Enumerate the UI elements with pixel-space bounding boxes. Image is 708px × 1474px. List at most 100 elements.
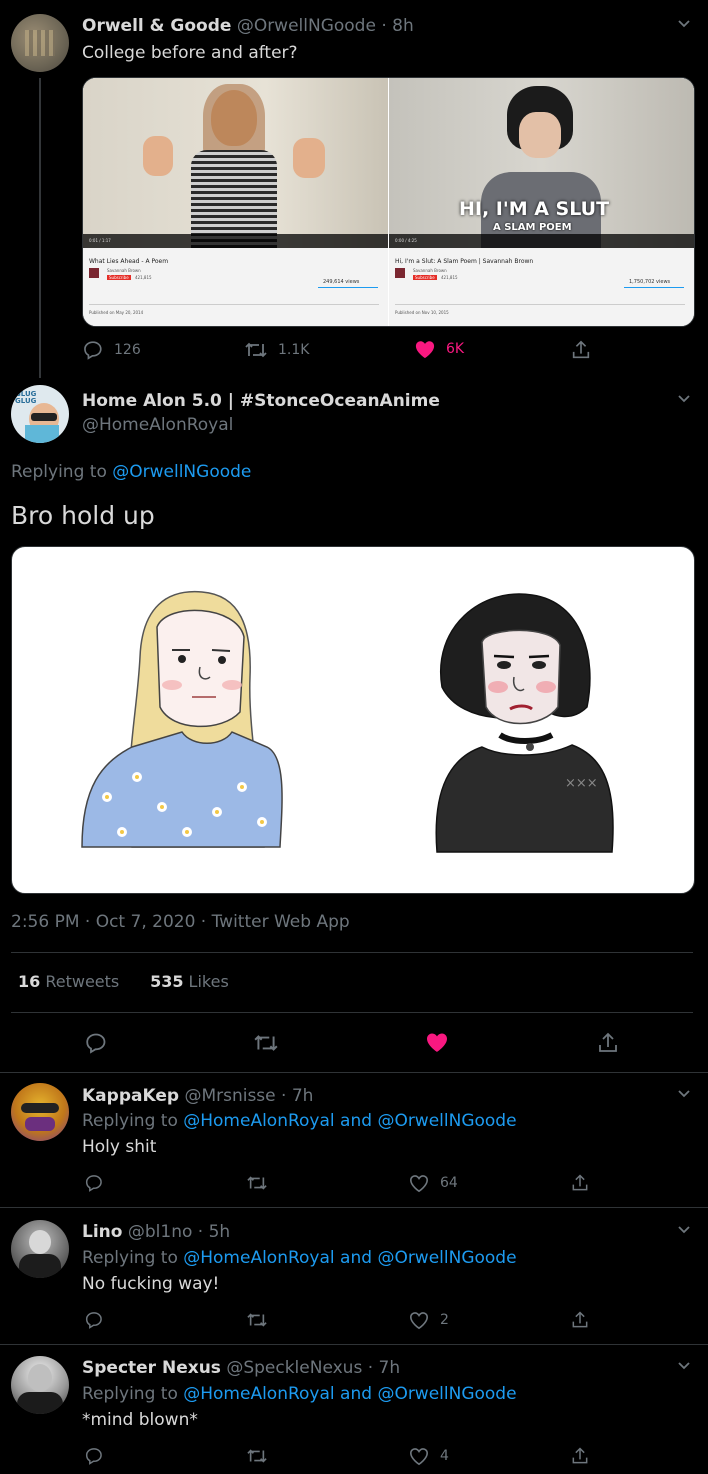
video-thumbnail-right: HI, I'M A SLUT A SLAM POEM 0:00 / 4:25 [389,78,694,248]
views-right: 1,750,702 views [629,279,671,285]
retweet-icon [254,1035,278,1051]
views-left: 249,614 views [323,279,360,285]
reply1-handle[interactable]: @Mrsnisse · 7h [184,1086,313,1106]
reply1-text: Holy shit [82,1137,157,1157]
replying-prefix: Replying to [82,1111,184,1131]
replying-prefix: Replying to [82,1384,184,1404]
reply3-share-button[interactable] [570,1446,590,1466]
avatar-specter[interactable] [11,1356,69,1414]
reply-icon [84,341,102,360]
reply2-retweet-button[interactable] [246,1310,268,1330]
retweet-icon [247,1176,267,1190]
main-timestamp[interactable]: 2:56 PM · Oct 7, 2020 · Twitter Web App [11,912,350,932]
reply1-retweet-button[interactable] [246,1173,268,1193]
tweet1-name[interactable]: Orwell & Goode [82,16,231,36]
reply-icon [85,1312,102,1329]
share-icon [572,1311,588,1328]
reply2-like-count: 2 [440,1312,449,1328]
replying-link[interactable]: @OrwellNGoode [377,1384,516,1404]
reply-button[interactable]: 126 [82,339,141,361]
tweet1-handle[interactable]: @OrwellNGoode · 8h [237,16,414,36]
tweet1-media[interactable]: 0:01 / 1:17 What Lies Ahead - A Poem Sav… [82,77,695,327]
reply3-name[interactable]: Specter Nexus [82,1358,221,1378]
video-title-left: What Lies Ahead - A Poem [89,258,169,265]
main-share-button[interactable] [596,1031,620,1055]
share-button[interactable] [570,339,592,361]
likes-count[interactable]: 535 [150,972,183,991]
replying-and: and [334,1384,378,1404]
replying-and: and [334,1248,378,1268]
replying-link[interactable]: @HomeAlonRoyal [183,1384,334,1404]
subscribe-button-right: Subscribe [413,275,437,280]
reply2-name[interactable]: Lino [82,1222,122,1242]
like-count: 6K [446,341,465,357]
reply3-like-count: 4 [440,1448,449,1464]
divider [11,1012,693,1013]
sub-count-right: 421,815 [441,275,458,280]
chevron-down-icon[interactable] [678,1362,690,1370]
reply1-share-button[interactable] [570,1173,590,1193]
reply-count: 126 [114,342,141,358]
reply-icon [86,1033,106,1054]
reply1-reply-button[interactable] [84,1173,104,1193]
reply2-header: Lino @bl1no · 5h [82,1222,230,1242]
reply1-like-button[interactable]: 64 [408,1173,458,1193]
reply3-handle[interactable]: @SpeckleNexus · 7h [226,1358,400,1378]
replying-link[interactable]: @HomeAlonRoyal [183,1248,334,1268]
avatar-orwell[interactable] [11,14,69,72]
retweets-count[interactable]: 16 [18,972,40,991]
reply2-like-button[interactable]: 2 [408,1310,449,1330]
main-name[interactable]: Home Alon 5.0 | #StonceOceanAnime [82,391,440,411]
reply2-reply-button[interactable] [84,1310,104,1330]
video-overlay-subtext: A SLAM POEM [493,222,572,233]
likes-label[interactable]: Likes [183,972,229,991]
divider [0,1207,708,1208]
reply3-text: *mind blown* [82,1410,198,1430]
share-icon [599,1032,617,1052]
video-thumbnail-left: 0:01 / 1:17 [83,78,388,248]
reply3-like-button[interactable]: 4 [408,1446,449,1466]
share-icon [572,340,590,359]
reply2-handle[interactable]: @bl1no · 5h [128,1222,230,1242]
main-reply-button[interactable] [84,1031,108,1055]
main-handle[interactable]: @HomeAlonRoyal [82,415,233,435]
chevron-down-icon[interactable] [678,20,690,28]
replying-link[interactable]: @OrwellNGoode [377,1248,516,1268]
chevron-down-icon[interactable] [678,395,690,403]
reply2-share-button[interactable] [570,1310,590,1330]
reply1-like-count: 64 [440,1175,458,1191]
reply-icon [85,1175,102,1192]
tweet1-text: College before and after? [82,43,298,63]
heart-icon [409,1312,429,1330]
avatar-homealon[interactable]: GLUG GLUG [11,385,69,443]
divider [0,1072,708,1073]
media-left-frame: 0:01 / 1:17 What Lies Ahead - A Poem Sav… [83,78,388,326]
reply3-replying: Replying to @HomeAlonRoyal and @OrwellNG… [82,1384,517,1404]
chevron-down-icon[interactable] [678,1226,690,1234]
replying-link[interactable]: @OrwellNGoode [112,462,251,482]
reply3-reply-button[interactable] [84,1446,104,1466]
video-time-right: 0:00 / 4:25 [395,238,417,243]
retweets-label[interactable]: Retweets [40,972,119,991]
main-like-button[interactable] [425,1031,449,1053]
replying-link[interactable]: @HomeAlonRoyal [183,1111,334,1131]
channel-name-right: Savannah Brown [413,268,447,273]
main-text: Bro hold up [11,501,155,530]
reply1-name[interactable]: KappaKep [82,1086,179,1106]
main-retweet-button[interactable] [253,1031,279,1055]
thread-line [39,78,41,378]
main-media-image[interactable]: ××× [11,546,695,894]
divider [0,1344,708,1345]
replying-link[interactable]: @OrwellNGoode [377,1111,516,1131]
avatar-lino[interactable] [11,1220,69,1278]
avatar-kappakep[interactable] [11,1083,69,1141]
sub-count-left: 421,815 [135,275,152,280]
video-time-left: 0:01 / 1:17 [89,238,111,243]
retweet-button[interactable]: 1.1K [244,339,309,361]
heart-filled-icon [427,1033,447,1052]
reply3-retweet-button[interactable] [246,1446,268,1466]
chevron-down-icon[interactable] [678,1090,690,1098]
published-right: Published on Nov 10, 2015 [395,310,449,315]
reply2-replying: Replying to @HomeAlonRoyal and @OrwellNG… [82,1248,517,1268]
like-button[interactable]: 6K [414,339,464,359]
